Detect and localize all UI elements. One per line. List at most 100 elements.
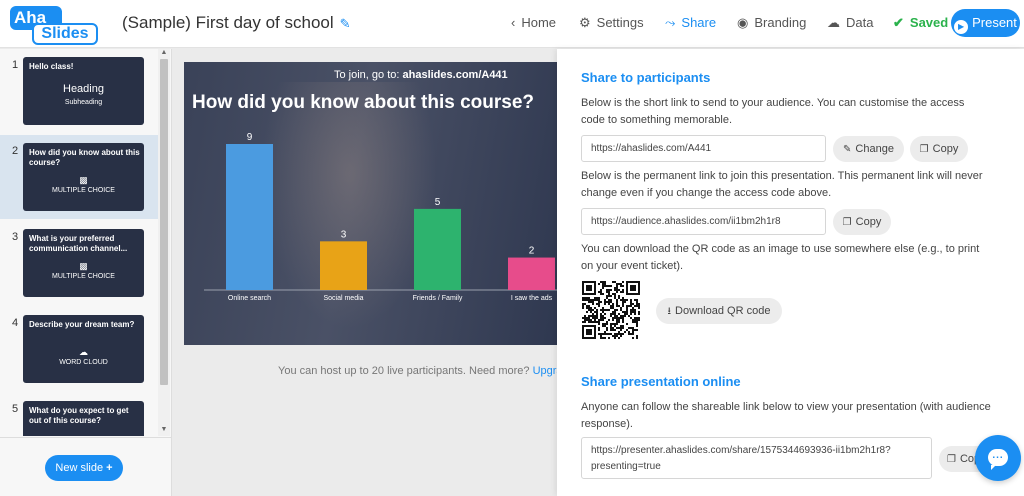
gear-icon: ⚙: [579, 15, 591, 30]
plus-icon: +: [106, 462, 113, 474]
nav-branding-label: Branding: [754, 15, 807, 30]
host-limit-text: You can host up to 20 live participants.…: [278, 365, 533, 377]
slide-number: 1: [12, 59, 19, 71]
short-link-description: Below is the short link to send to your …: [581, 97, 965, 126]
online-description: Anyone can follow the shareable link bel…: [581, 401, 991, 430]
copy-permanent-link-button[interactable]: ❐ Copy: [833, 209, 891, 235]
cloud-icon: ☁: [79, 347, 88, 357]
slide-list-scrollbar[interactable]: ▲ ▼: [158, 49, 170, 436]
nav-settings-label: Settings: [596, 15, 644, 30]
nav-home-label: Home: [521, 15, 557, 30]
download-qr-label: Download QR code: [675, 305, 771, 317]
copy-icon: ❐: [947, 454, 956, 465]
scroll-up-icon[interactable]: ▲: [158, 49, 170, 56]
host-limit-info: You can host up to 20 live participants.…: [278, 365, 563, 377]
chart-category-label: Online search: [228, 295, 271, 302]
nav-branding[interactable]: ◉ Branding: [737, 15, 806, 31]
short-link-field[interactable]: https://ahaslides.com/A441: [581, 135, 826, 162]
slide-thumb-type: MULTIPLE CHOICE: [52, 187, 115, 194]
slide-number: 4: [12, 317, 19, 329]
chevron-left-icon: ‹: [511, 15, 516, 30]
permanent-link-field[interactable]: https://audience.ahaslides.com/ii1bm2h1r…: [581, 208, 826, 235]
chart-bar: [508, 257, 555, 290]
copy-icon: ❐: [919, 144, 929, 155]
nav-home[interactable]: ‹ Home: [511, 15, 556, 30]
share-online-heading: Share presentation online: [581, 374, 741, 389]
presenter-link-field[interactable]: https://presenter.ahaslides.com/share/15…: [581, 437, 932, 479]
slide-item-2[interactable]: 2 How did you know about this course? ▩ …: [0, 135, 158, 219]
qr-code-image: [582, 281, 640, 339]
copy-label: Copy: [932, 143, 959, 155]
nav-share[interactable]: ⤳ Share: [665, 15, 716, 31]
share-panel: Share to participants Below is the short…: [557, 49, 1024, 496]
slide-thumb-title: How did you know about this course?: [29, 148, 140, 167]
slide-number: 5: [12, 403, 19, 415]
slide-item-4[interactable]: 4 Describe your dream team? ☁ WORD CLOUD: [0, 307, 158, 391]
pencil-icon[interactable]: ✎: [340, 16, 351, 32]
slide-thumbnail[interactable]: What do you expect to get out of this co…: [23, 401, 144, 436]
permanent-link-description: Below is the permanent link to join this…: [581, 170, 983, 199]
top-bar: Aha Slides (Sample) First day of school ✎…: [0, 0, 1024, 48]
bar-chart-icon: ▩: [79, 261, 88, 271]
change-label: Change: [855, 143, 894, 155]
nav-data[interactable]: ☁ Data: [827, 15, 873, 31]
copy-label: Copy: [855, 216, 882, 228]
cloud-icon: ☁: [827, 15, 840, 30]
slide-thumbnail[interactable]: Describe your dream team? ☁ WORD CLOUD: [23, 315, 144, 383]
present-button[interactable]: ▶ Present: [951, 9, 1020, 37]
slide-item-3[interactable]: 3 What is your preferred communication c…: [0, 221, 158, 305]
slide-thumb-title: What do you expect to get out of this co…: [29, 406, 129, 425]
saved-label: Saved: [909, 15, 949, 30]
nav-settings[interactable]: ⚙ Settings: [579, 15, 644, 31]
scroll-down-icon[interactable]: ▼: [158, 426, 170, 433]
copy-icon: ❐: [842, 217, 852, 228]
presenter-link-line2: presenting=true: [591, 461, 661, 472]
chart-value-label: 2: [529, 246, 535, 257]
check-circle-icon: ✔: [893, 15, 904, 30]
change-code-button[interactable]: ✎ Change: [833, 136, 904, 162]
slide-number: 3: [12, 231, 19, 243]
play-icon: ▶: [954, 20, 969, 34]
chat-icon: ...: [988, 449, 1008, 470]
chart-bar: [320, 241, 367, 290]
slide-thumb-heading: Heading: [63, 83, 104, 95]
pencil-icon: ✎: [843, 144, 852, 155]
chat-dots: ...: [992, 450, 1004, 461]
slide-thumb-subheading: Subheading: [64, 99, 103, 106]
slide-thumb-title: Hello class!: [29, 62, 74, 71]
slide-number: 2: [12, 145, 19, 157]
presentation-title-text: (Sample) First day of school: [122, 13, 334, 32]
share-icon: ⤳: [665, 15, 676, 30]
chat-support-button[interactable]: ...: [975, 435, 1021, 481]
slide-thumbnail[interactable]: Hello class! Heading Subheading: [23, 57, 144, 125]
nav-share-label: Share: [681, 15, 717, 30]
chart-bar: [226, 144, 273, 290]
chart-value-label: 9: [247, 132, 253, 143]
slide-item-5[interactable]: 5 What do you expect to get out of this …: [0, 393, 158, 436]
slide-thumbnail[interactable]: What is your preferred communication cha…: [23, 229, 144, 297]
slide-item-1[interactable]: 1 Hello class! Heading Subheading: [0, 49, 158, 133]
slide-thumbnail[interactable]: How did you know about this course? ▩ MU…: [23, 143, 144, 211]
download-icon: ⭳: [667, 306, 672, 317]
present-label: Present: [972, 15, 1017, 30]
nav-data-label: Data: [846, 15, 874, 30]
slide-thumb-type: WORD CLOUD: [59, 359, 108, 366]
new-slide-button[interactable]: New slide +: [45, 455, 123, 481]
new-slide-label: New slide: [55, 462, 104, 474]
download-qr-button[interactable]: ⭳ Download QR code: [656, 298, 782, 324]
slide-thumb-type: MULTIPLE CHOICE: [52, 273, 115, 280]
sidebar-divider: [0, 437, 172, 438]
slide-thumb-title: What is your preferred communication cha…: [29, 234, 128, 253]
slide-list: 1 Hello class! Heading Subheading 2 How …: [0, 49, 158, 436]
ahaslides-logo[interactable]: Aha Slides: [10, 6, 98, 45]
chart-value-label: 5: [435, 197, 441, 208]
scrollbar-thumb[interactable]: [160, 59, 168, 385]
share-participants-heading: Share to participants: [581, 70, 711, 85]
chart-category-label: Friends / Family: [413, 295, 463, 302]
presentation-title[interactable]: (Sample) First day of school ✎: [122, 13, 351, 33]
copy-short-link-button[interactable]: ❐ Copy: [910, 136, 968, 162]
slide-thumb-title: Describe your dream team?: [29, 320, 135, 329]
qr-description: You can download the QR code as an image…: [581, 243, 980, 272]
chart-bar: [414, 208, 461, 290]
slide-preview[interactable]: To join, go to: ahaslides.com/A441 How d…: [184, 62, 557, 345]
